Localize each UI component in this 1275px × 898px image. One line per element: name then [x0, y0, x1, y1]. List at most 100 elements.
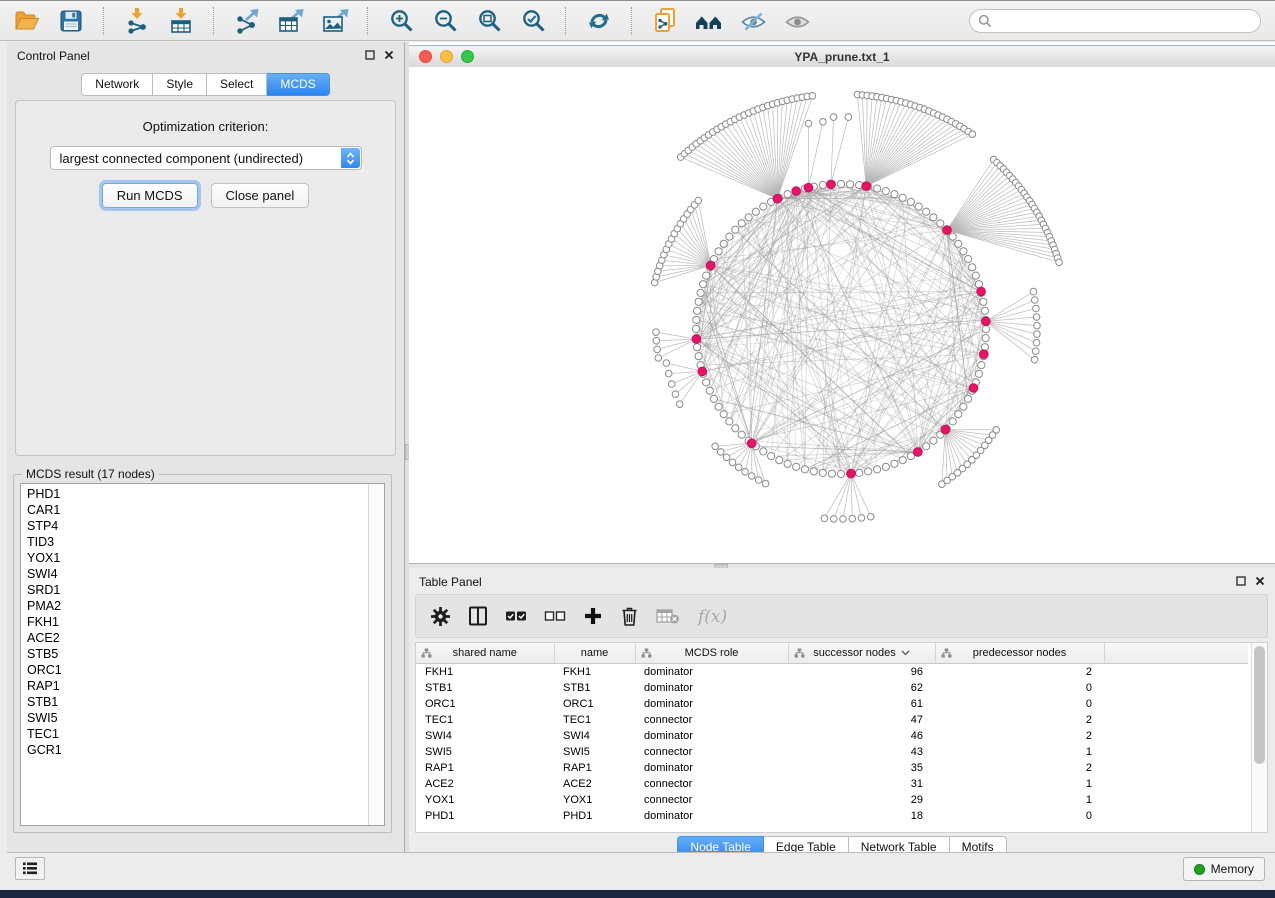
cell-shared_name[interactable]: SWI4: [416, 728, 554, 744]
column-header-predecessor-nodes[interactable]: predecessor nodes: [935, 643, 1104, 664]
cell-predecessor_nodes[interactable]: 0: [935, 696, 1104, 712]
cell-shared_name[interactable]: SWI5: [416, 744, 554, 760]
node-table[interactable]: shared namenameMCDS rolesuccessor nodesp…: [416, 643, 1248, 824]
mcds-result-item[interactable]: PHD1: [27, 486, 368, 502]
zoom-selected-icon[interactable]: [518, 6, 548, 36]
cell-successor_nodes[interactable]: 61: [788, 696, 935, 712]
export-network-icon[interactable]: [232, 6, 262, 36]
table-row[interactable]: TEC1TEC1connector472: [416, 712, 1248, 728]
cell-predecessor_nodes[interactable]: 2: [935, 712, 1104, 728]
export-image-icon[interactable]: [320, 6, 350, 36]
cell-predecessor_nodes[interactable]: 2: [935, 760, 1104, 776]
memory-button[interactable]: Memory: [1183, 857, 1265, 881]
column-header-shared-name[interactable]: shared name: [416, 643, 554, 664]
add-column-icon[interactable]: [583, 606, 603, 626]
column-header-mcds-role[interactable]: MCDS role: [635, 643, 788, 664]
cell-name[interactable]: FKH1: [554, 664, 635, 681]
save-session-icon[interactable]: [56, 6, 86, 36]
export-table-icon[interactable]: [276, 6, 306, 36]
cell-name[interactable]: PHD1: [554, 808, 635, 824]
mcds-hub-node[interactable]: [773, 194, 782, 203]
cell-shared_name[interactable]: ACE2: [416, 776, 554, 792]
mcds-result-item[interactable]: GCR1: [27, 742, 368, 758]
cell-name[interactable]: TEC1: [554, 712, 635, 728]
mcds-result-item[interactable]: TID3: [27, 534, 368, 550]
mcds-hub-node[interactable]: [862, 182, 871, 191]
cell-shared_name[interactable]: STB1: [416, 680, 554, 696]
mcds-result-item[interactable]: CAR1: [27, 502, 368, 518]
zoom-in-icon[interactable]: [386, 6, 416, 36]
cell-shared_name[interactable]: FKH1: [416, 664, 554, 681]
cell-predecessor_nodes[interactable]: 1: [935, 792, 1104, 808]
function-builder-icon[interactable]: f(x): [697, 604, 731, 628]
table-row[interactable]: YOX1YOX1connector291: [416, 792, 1248, 808]
mcds-result-item[interactable]: PMA2: [27, 598, 368, 614]
mcds-hub-node[interactable]: [706, 261, 715, 270]
mcds-result-item[interactable]: STB1: [27, 694, 368, 710]
cell-name[interactable]: RAP1: [554, 760, 635, 776]
cell-predecessor_nodes[interactable]: 0: [935, 808, 1104, 824]
mcds-result-item[interactable]: YOX1: [27, 550, 368, 566]
cell-successor_nodes[interactable]: 31: [788, 776, 935, 792]
run-mcds-button[interactable]: Run MCDS: [102, 183, 198, 208]
cell-mcds_role[interactable]: dominator: [635, 808, 788, 824]
mcds-result-item[interactable]: SWI5: [27, 710, 368, 726]
mcds-hub-node[interactable]: [692, 335, 701, 344]
cell-name[interactable]: YOX1: [554, 792, 635, 808]
cell-successor_nodes[interactable]: 47: [788, 712, 935, 728]
cell-successor_nodes[interactable]: 18: [788, 808, 935, 824]
table-row[interactable]: SWI4SWI4dominator462: [416, 728, 1248, 744]
deselect-all-icon[interactable]: [544, 608, 566, 624]
select-all-icon[interactable]: [505, 608, 527, 624]
delete-column-icon[interactable]: [620, 606, 639, 627]
close-panel-button[interactable]: Close panel: [211, 183, 310, 208]
hide-selected-icon[interactable]: [738, 6, 768, 36]
mcds-result-item[interactable]: RAP1: [27, 678, 368, 694]
mcds-hub-node[interactable]: [827, 180, 836, 189]
delete-table-icon[interactable]: [656, 608, 680, 624]
window-close-icon[interactable]: [419, 50, 432, 63]
table-settings-icon[interactable]: [430, 606, 451, 627]
show-all-icon[interactable]: [782, 6, 812, 36]
tab-select[interactable]: Select: [207, 73, 267, 96]
cell-shared_name[interactable]: TEC1: [416, 712, 554, 728]
open-file-icon[interactable]: [12, 6, 42, 36]
cell-shared_name[interactable]: PHD1: [416, 808, 554, 824]
mcds-list-scrollbar[interactable]: [368, 484, 384, 825]
cell-successor_nodes[interactable]: 35: [788, 760, 935, 776]
import-table-icon[interactable]: [166, 6, 196, 36]
cell-mcds_role[interactable]: dominator: [635, 680, 788, 696]
zoom-fit-icon[interactable]: [474, 6, 504, 36]
mcds-hub-node[interactable]: [914, 448, 923, 457]
window-zoom-icon[interactable]: [461, 50, 474, 63]
cell-mcds_role[interactable]: dominator: [635, 664, 788, 681]
mcds-hub-node[interactable]: [792, 187, 801, 196]
split-columns-icon[interactable]: [468, 606, 488, 626]
import-network-icon[interactable]: [122, 6, 152, 36]
cell-name[interactable]: SWI4: [554, 728, 635, 744]
table-row[interactable]: RAP1RAP1dominator352: [416, 760, 1248, 776]
zoom-out-icon[interactable]: [430, 6, 460, 36]
mcds-hub-node[interactable]: [847, 469, 856, 478]
cell-successor_nodes[interactable]: 43: [788, 744, 935, 760]
mcds-result-item[interactable]: STB5: [27, 646, 368, 662]
cell-predecessor_nodes[interactable]: 0: [935, 680, 1104, 696]
table-row[interactable]: FKH1FKH1dominator962: [416, 664, 1248, 681]
refresh-layout-icon[interactable]: [584, 6, 614, 36]
mcds-result-item[interactable]: STP4: [27, 518, 368, 534]
cell-predecessor_nodes[interactable]: 2: [935, 728, 1104, 744]
cell-successor_nodes[interactable]: 62: [788, 680, 935, 696]
search-input[interactable]: [969, 9, 1261, 33]
cell-mcds_role[interactable]: dominator: [635, 728, 788, 744]
table-row[interactable]: ORC1ORC1dominator610: [416, 696, 1248, 712]
cell-mcds_role[interactable]: connector: [635, 776, 788, 792]
mcds-hub-node[interactable]: [982, 317, 991, 326]
cell-mcds_role[interactable]: connector: [635, 792, 788, 808]
cell-shared_name[interactable]: RAP1: [416, 760, 554, 776]
cell-shared_name[interactable]: YOX1: [416, 792, 554, 808]
cell-mcds_role[interactable]: dominator: [635, 696, 788, 712]
cell-shared_name[interactable]: ORC1: [416, 696, 554, 712]
mcds-hub-node[interactable]: [747, 439, 756, 448]
clone-network-icon[interactable]: [650, 6, 680, 36]
mcds-hub-node[interactable]: [698, 367, 707, 376]
